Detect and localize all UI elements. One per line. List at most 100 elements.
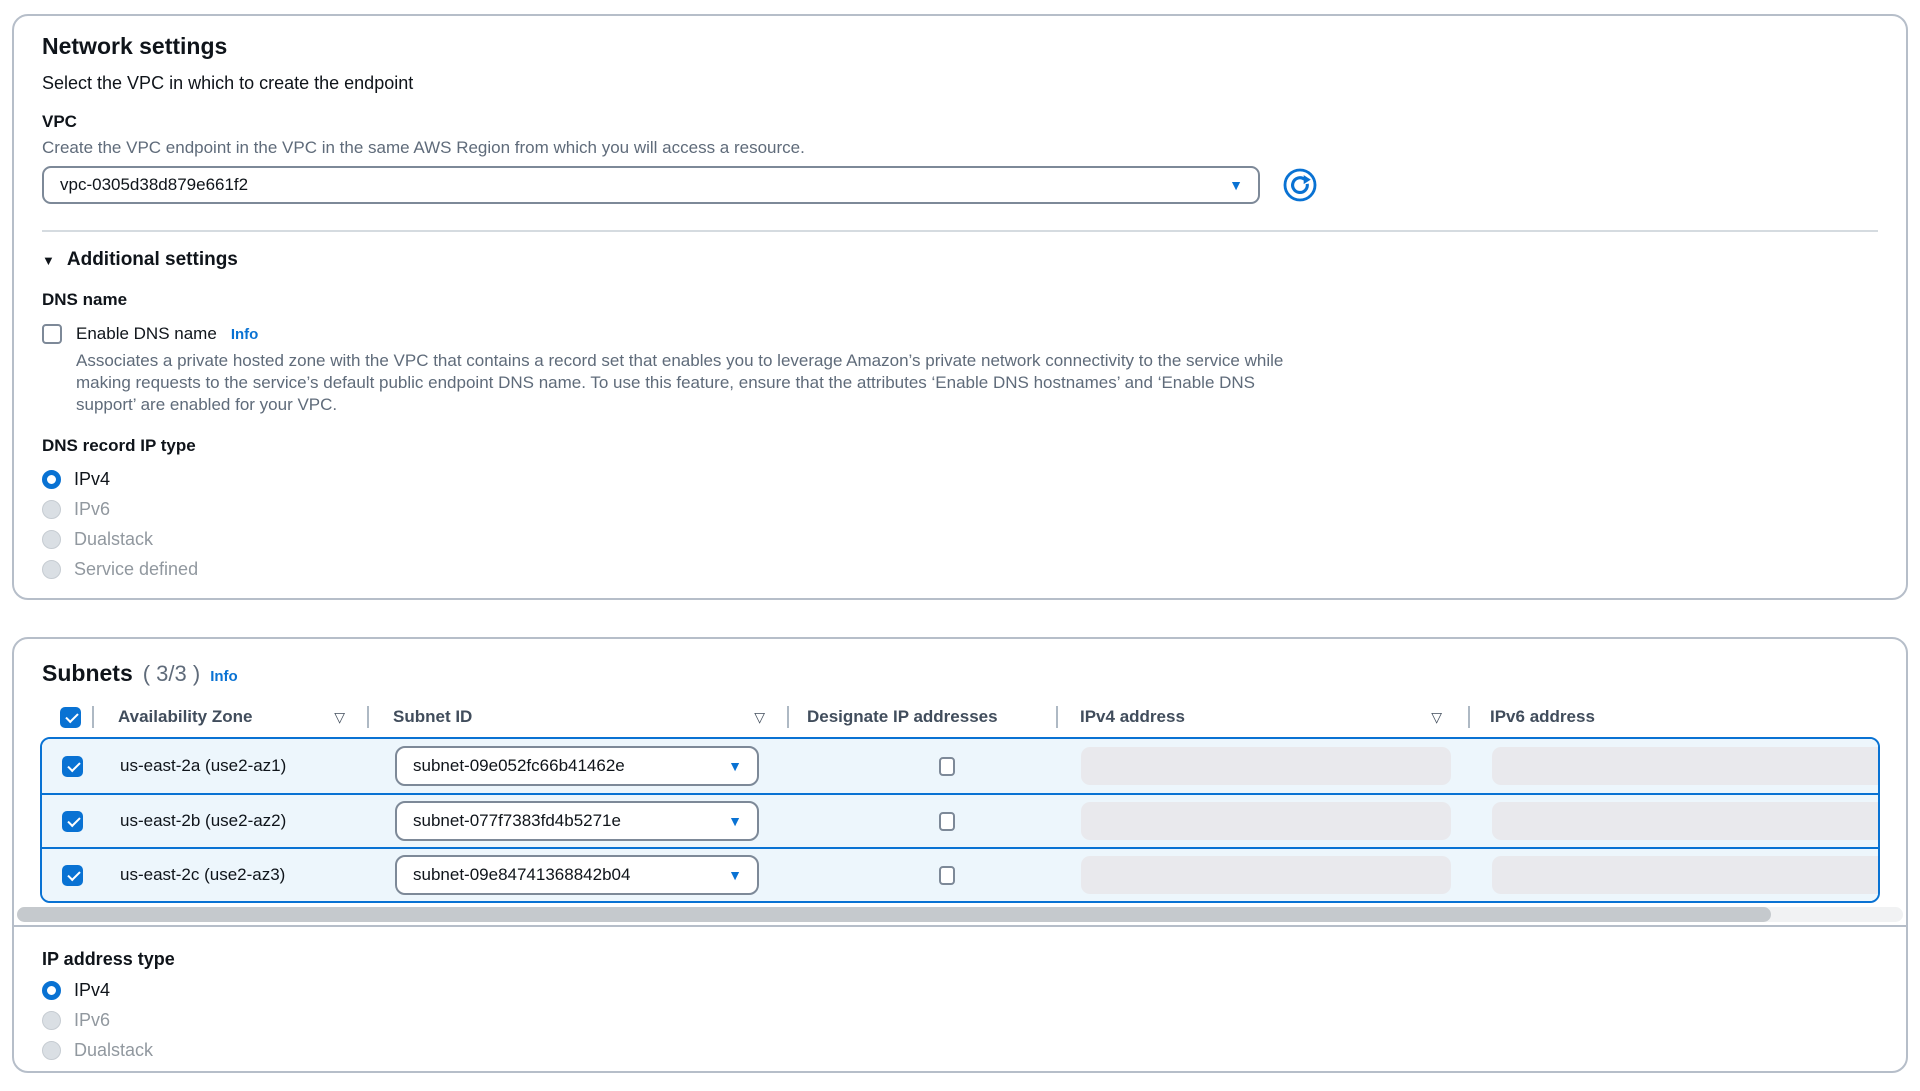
subnets-title: Subnets xyxy=(42,659,133,687)
enable-dns-name-row: Enable DNS name Info xyxy=(42,324,1878,344)
radio-dualstack xyxy=(42,1041,61,1060)
enable-dns-name-label: Enable DNS name xyxy=(76,324,217,344)
column-header-subnet-id[interactable]: Subnet ID ▽ xyxy=(367,705,787,729)
subnets-card: Subnets ( 3/3 ) Info Availability Zone ▽… xyxy=(12,637,1908,1073)
dns-record-ip-type-group: IPv4 IPv6 Dualstack Service defined xyxy=(42,468,1878,580)
scrollbar-thumb[interactable] xyxy=(17,907,1771,922)
designate-ip-checkbox[interactable] xyxy=(939,757,955,776)
vpc-select-value: vpc-0305d38d879e661f2 xyxy=(60,175,248,195)
column-separator xyxy=(1468,706,1470,728)
column-header-availability-zone[interactable]: Availability Zone ▽ xyxy=(92,705,367,729)
selected-rows-container: us-east-2a (use2-az1) subnet-09e052fc66b… xyxy=(40,737,1880,903)
network-settings-card: Network settings Select the VPC in which… xyxy=(12,14,1908,600)
radio-dualstack-label: Dualstack xyxy=(74,1040,153,1061)
column-header-ipv6-address: IPv6 address xyxy=(1468,705,1880,729)
chevron-down-icon: ▼ xyxy=(1229,178,1243,192)
radio-option-ipv6: IPv6 xyxy=(42,1009,1878,1031)
row-checkbox[interactable] xyxy=(62,756,83,777)
row-checkbox[interactable] xyxy=(62,865,83,886)
designate-ip-cell xyxy=(789,812,1058,831)
subnet-id-select[interactable]: subnet-077f7383fd4b5271e ▼ xyxy=(395,801,759,841)
designate-ip-cell xyxy=(789,757,1058,776)
radio-ipv4[interactable] xyxy=(42,981,61,1000)
dns-record-ip-type-label: DNS record IP type xyxy=(42,436,1878,456)
ipv6-address-input xyxy=(1492,747,1880,785)
radio-option-dualstack: Dualstack xyxy=(42,528,1878,550)
ipv6-address-cell xyxy=(1470,802,1880,840)
availability-zone-cell: us-east-2a (use2-az1) xyxy=(94,756,369,776)
radio-service-defined xyxy=(42,560,61,579)
section-divider xyxy=(42,230,1878,232)
network-settings-subtitle: Select the VPC in which to create the en… xyxy=(42,72,1878,94)
radio-ipv4-label: IPv4 xyxy=(74,469,110,490)
designate-ip-cell xyxy=(789,866,1058,885)
radio-option-ipv4: IPv4 xyxy=(42,468,1878,490)
ipv4-address-cell xyxy=(1058,856,1470,894)
chevron-down-icon: ▼ xyxy=(728,868,742,882)
sort-icon: ▽ xyxy=(754,709,787,726)
ip-address-type-label: IP address type xyxy=(42,949,1878,969)
column-separator xyxy=(92,706,94,728)
column-label: Subnet ID xyxy=(393,707,472,727)
subnet-id-cell: subnet-09e84741368842b04 ▼ xyxy=(369,855,789,895)
table-row: us-east-2b (use2-az2) subnet-077f7383fd4… xyxy=(42,793,1878,847)
enable-dns-name-checkbox[interactable] xyxy=(42,324,62,344)
column-label: Availability Zone xyxy=(118,707,252,727)
chevron-down-icon: ▼ xyxy=(728,759,742,773)
subnet-id-value: subnet-077f7383fd4b5271e xyxy=(413,811,621,831)
subnet-id-value: subnet-09e84741368842b04 xyxy=(413,865,630,885)
radio-option-dualstack: Dualstack xyxy=(42,1039,1878,1061)
radio-ipv6 xyxy=(42,500,61,519)
network-settings-title: Network settings xyxy=(42,32,1878,60)
ipv4-address-cell xyxy=(1058,747,1470,785)
sort-icon: ▽ xyxy=(1431,709,1468,726)
column-label: IPv6 address xyxy=(1490,707,1595,727)
availability-zone-cell: us-east-2c (use2-az3) xyxy=(94,865,369,885)
vpc-help-text: Create the VPC endpoint in the VPC in th… xyxy=(42,138,1878,158)
ip-address-type-group: IPv4 IPv6 Dualstack xyxy=(42,979,1878,1061)
column-separator xyxy=(367,706,369,728)
radio-ipv6 xyxy=(42,1011,61,1030)
horizontal-scrollbar xyxy=(17,907,1903,922)
row-select-cell xyxy=(42,865,94,886)
ipv6-address-input xyxy=(1492,856,1880,894)
subnets-counter: ( 3/3 ) xyxy=(143,661,200,687)
ipv4-address-input xyxy=(1081,802,1451,840)
designate-ip-checkbox[interactable] xyxy=(939,866,955,885)
row-checkbox[interactable] xyxy=(62,811,83,832)
table-row: us-east-2a (use2-az1) subnet-09e052fc66b… xyxy=(42,739,1878,793)
subnet-id-cell: subnet-09e052fc66b41462e ▼ xyxy=(369,746,789,786)
radio-option-ipv6: IPv6 xyxy=(42,498,1878,520)
dns-name-info-link[interactable]: Info xyxy=(231,326,259,343)
table-row: us-east-2c (use2-az3) subnet-09e84741368… xyxy=(42,847,1878,901)
designate-ip-checkbox[interactable] xyxy=(939,812,955,831)
ipv4-address-input xyxy=(1081,747,1451,785)
radio-ipv4[interactable] xyxy=(42,470,61,489)
radio-service-defined-label: Service defined xyxy=(74,559,198,580)
subnet-id-select[interactable]: subnet-09e84741368842b04 ▼ xyxy=(395,855,759,895)
radio-option-ipv4: IPv4 xyxy=(42,979,1878,1001)
vpc-label: VPC xyxy=(42,112,1878,132)
dns-name-label: DNS name xyxy=(42,290,1878,310)
ipv4-address-cell xyxy=(1058,802,1470,840)
additional-settings-label: Additional settings xyxy=(67,248,238,272)
chevron-down-icon: ▼ xyxy=(728,814,742,828)
radio-dualstack xyxy=(42,530,61,549)
ipv6-address-cell xyxy=(1470,747,1880,785)
vpc-select-row: vpc-0305d38d879e661f2 ▼ xyxy=(42,166,1878,204)
subnets-info-link[interactable]: Info xyxy=(210,668,238,685)
subnet-id-value: subnet-09e052fc66b41462e xyxy=(413,756,625,776)
vpc-select[interactable]: vpc-0305d38d879e661f2 ▼ xyxy=(42,166,1260,204)
radio-dualstack-label: Dualstack xyxy=(74,529,153,550)
column-header-ipv4-address[interactable]: IPv4 address ▽ xyxy=(1056,705,1468,729)
refresh-icon xyxy=(1283,168,1317,202)
dns-name-description: Associates a private hosted zone with th… xyxy=(76,350,1286,416)
refresh-button[interactable] xyxy=(1282,167,1318,203)
ipv6-address-input xyxy=(1492,802,1880,840)
subnet-id-select[interactable]: subnet-09e052fc66b41462e ▼ xyxy=(395,746,759,786)
radio-ipv6-label: IPv6 xyxy=(74,1010,110,1031)
triangle-down-icon: ▼ xyxy=(42,254,55,267)
ipv4-address-input xyxy=(1081,856,1451,894)
additional-settings-expander[interactable]: ▼ Additional settings xyxy=(42,248,1878,272)
select-all-checkbox[interactable] xyxy=(60,707,81,728)
